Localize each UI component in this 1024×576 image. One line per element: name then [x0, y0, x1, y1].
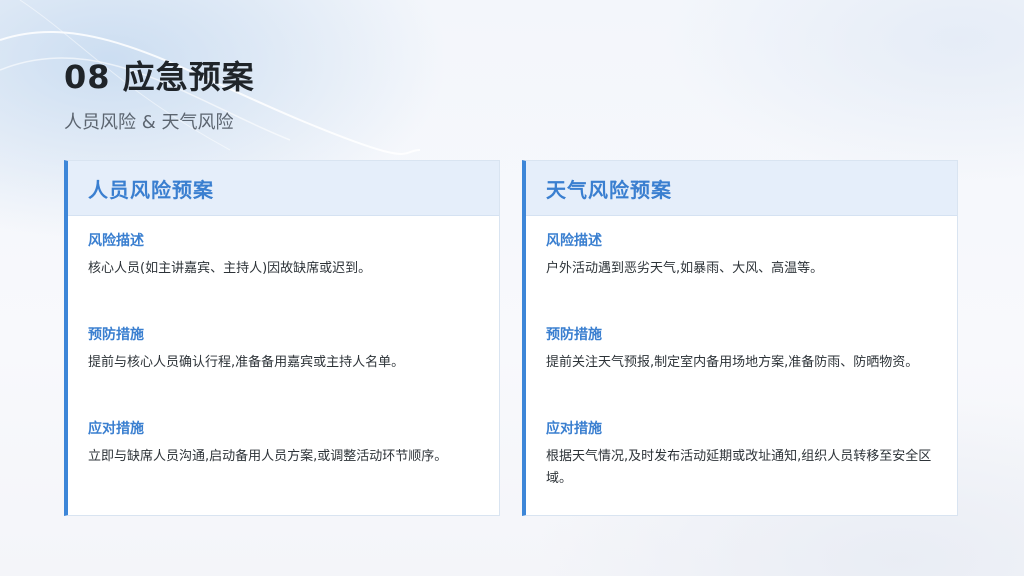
card-body: 风险描述 户外活动遇到恶劣天气,如暴雨、大风、高温等。 预防措施 提前关注天气预… [526, 216, 957, 512]
card-header: 天气风险预案 [526, 161, 957, 216]
card-weather-risk: 天气风险预案 风险描述 户外活动遇到恶劣天气,如暴雨、大风、高温等。 预防措施 … [522, 160, 958, 516]
page-title: 08 应急预案 [64, 58, 255, 96]
card-body: 风险描述 核心人员(如主讲嘉宾、主持人)因故缺席或迟到。 预防措施 提前与核心人… [68, 216, 499, 512]
section-text: 根据天气情况,及时发布活动延期或改址通知,组织人员转移至安全区域。 [546, 449, 932, 486]
section-risk-description: 风险描述 核心人员(如主讲嘉宾、主持人)因故缺席或迟到。 [88, 230, 479, 324]
card-personnel-risk: 人员风险预案 风险描述 核心人员(如主讲嘉宾、主持人)因故缺席或迟到。 预防措施… [64, 160, 500, 516]
section-text: 立即与缺席人员沟通,启动备用人员方案,或调整活动环节顺序。 [88, 449, 448, 464]
section-label: 风险描述 [88, 233, 144, 249]
section-text: 提前与核心人员确认行程,准备备用嘉宾或主持人名单。 [88, 355, 405, 370]
section-label: 应对措施 [88, 421, 144, 437]
section-label: 风险描述 [546, 233, 602, 249]
card-title: 人员风险预案 [88, 177, 214, 202]
section-label: 预防措施 [88, 327, 144, 343]
section-text: 提前关注天气预报,制定室内备用场地方案,准备防雨、防晒物资。 [546, 355, 919, 370]
card-title: 天气风险预案 [546, 177, 672, 202]
section-prevention: 预防措施 提前关注天气预报,制定室内备用场地方案,准备防雨、防晒物资。 [546, 324, 937, 418]
page-subtitle: 人员风险 & 天气风险 [64, 112, 234, 133]
section-text: 核心人员(如主讲嘉宾、主持人)因故缺席或迟到。 [88, 261, 372, 276]
section-prevention: 预防措施 提前与核心人员确认行程,准备备用嘉宾或主持人名单。 [88, 324, 479, 418]
card-header: 人员风险预案 [68, 161, 499, 216]
section-risk-description: 风险描述 户外活动遇到恶劣天气,如暴雨、大风、高温等。 [546, 230, 937, 324]
section-label: 应对措施 [546, 421, 602, 437]
section-label: 预防措施 [546, 327, 602, 343]
section-response: 应对措施 立即与缺席人员沟通,启动备用人员方案,或调整活动环节顺序。 [88, 418, 479, 512]
section-text: 户外活动遇到恶劣天气,如暴雨、大风、高温等。 [546, 261, 824, 276]
section-response: 应对措施 根据天气情况,及时发布活动延期或改址通知,组织人员转移至安全区域。 [546, 418, 937, 512]
